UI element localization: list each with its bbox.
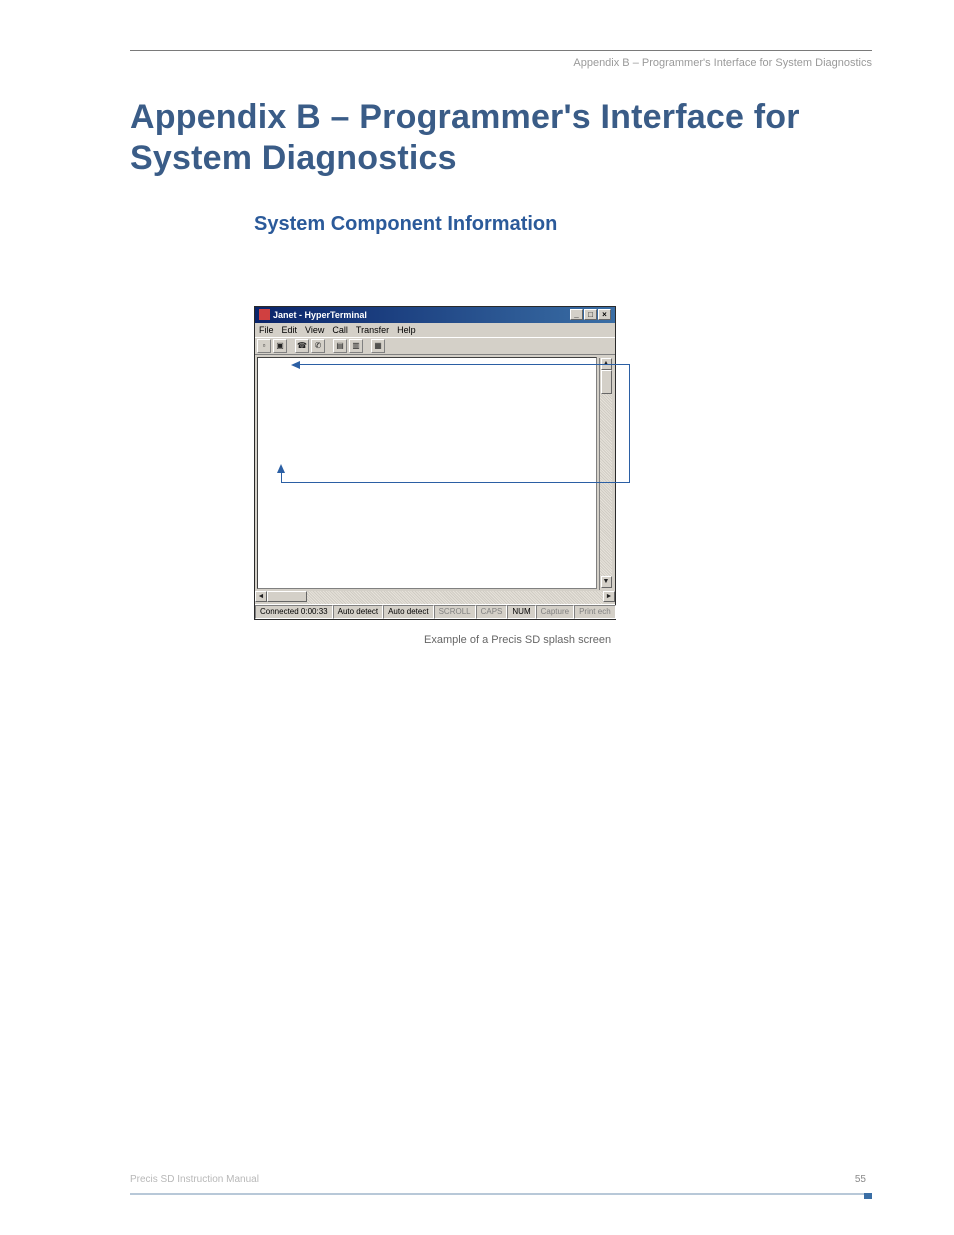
menu-file[interactable]: File: [259, 325, 274, 335]
status-num: NUM: [507, 605, 535, 619]
minimize-button[interactable]: _: [570, 309, 583, 320]
header-rule: [130, 50, 872, 51]
toolbar: ▫ ▣ ☎ ✆ ▤ ▥ ▦: [255, 337, 615, 355]
new-icon[interactable]: ▫: [257, 339, 271, 353]
annotation-line: [281, 472, 282, 483]
horizontal-scrollbar[interactable]: ◄ ►: [255, 591, 615, 604]
connect-icon[interactable]: ☎: [295, 339, 309, 353]
terminal-wrap: ▲ ▼: [255, 355, 615, 591]
scroll-down-icon[interactable]: ▼: [601, 576, 612, 588]
status-bar: Connected 0:00:33 Auto detect Auto detec…: [255, 604, 615, 619]
window-titlebar: Janet - HyperTerminal _ □ ×: [255, 307, 615, 323]
annotation-arrow-left-icon: [291, 361, 300, 369]
scroll-thumb[interactable]: [601, 370, 612, 394]
annotation-line: [629, 364, 630, 482]
menu-help[interactable]: Help: [397, 325, 416, 335]
figure: Janet - HyperTerminal _ □ × File Edit Vi…: [254, 306, 872, 646]
close-button[interactable]: ×: [598, 309, 611, 320]
annotation-line: [300, 364, 630, 365]
figure-caption: Example of a Precis SD splash screen: [424, 634, 872, 646]
status-detect1: Auto detect: [333, 605, 383, 619]
status-print: Print ech: [574, 605, 616, 619]
footer-rule: [130, 1193, 872, 1195]
status-scroll: SCROLL: [434, 605, 476, 619]
footer-page-number: 55: [855, 1174, 872, 1185]
page-footer: Precis SD Instruction Manual 55: [130, 1174, 872, 1195]
annotation-arrow-up-icon: [277, 464, 285, 473]
properties-icon[interactable]: ▦: [371, 339, 385, 353]
status-connected: Connected 0:00:33: [255, 605, 333, 619]
disconnect-icon[interactable]: ✆: [311, 339, 325, 353]
vertical-scrollbar[interactable]: ▲ ▼: [599, 358, 612, 590]
hyperterminal-window: Janet - HyperTerminal _ □ × File Edit Vi…: [254, 306, 616, 620]
terminal-area[interactable]: [257, 357, 597, 589]
footer-manual-name: Precis SD Instruction Manual: [130, 1174, 259, 1185]
section-heading: System Component Information: [254, 213, 872, 236]
menu-view[interactable]: View: [305, 325, 324, 335]
window-title-text: Janet - HyperTerminal: [273, 310, 367, 320]
breadcrumb: Appendix B – Programmer's Interface for …: [130, 57, 872, 69]
scroll-right-icon[interactable]: ►: [603, 591, 615, 602]
menu-call[interactable]: Call: [332, 325, 348, 335]
scroll-left-icon[interactable]: ◄: [255, 591, 267, 602]
page-title: Appendix B – Programmer's Interface for …: [130, 97, 872, 179]
menu-bar: File Edit View Call Transfer Help: [255, 323, 615, 337]
app-icon: [259, 309, 270, 320]
annotation-line: [281, 482, 630, 483]
open-icon[interactable]: ▣: [273, 339, 287, 353]
menu-transfer[interactable]: Transfer: [356, 325, 389, 335]
maximize-button[interactable]: □: [584, 309, 597, 320]
menu-edit[interactable]: Edit: [282, 325, 298, 335]
hscroll-thumb[interactable]: [267, 591, 307, 602]
status-capture: Capture: [536, 605, 574, 619]
status-detect2: Auto detect: [383, 605, 433, 619]
send-icon[interactable]: ▤: [333, 339, 347, 353]
receive-icon[interactable]: ▥: [349, 339, 363, 353]
scroll-track[interactable]: [600, 394, 612, 576]
hscroll-track[interactable]: [307, 591, 603, 604]
status-caps: CAPS: [476, 605, 508, 619]
